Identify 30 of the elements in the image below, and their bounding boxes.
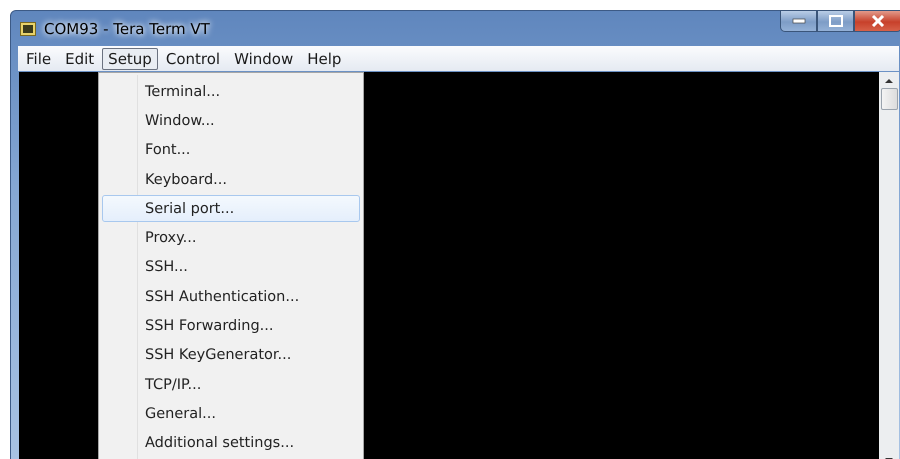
dropdown-item[interactable]: Terminal...	[102, 78, 360, 106]
close-button[interactable]	[854, 10, 900, 32]
menu-item[interactable]: Edit	[59, 48, 100, 70]
menu-item[interactable]: Setup	[102, 48, 158, 70]
terminal-icon	[20, 22, 36, 36]
menu-item[interactable]: Window	[228, 48, 300, 70]
dropdown-item[interactable]: Additional settings...	[102, 430, 360, 457]
dropdown-item[interactable]: General...	[102, 400, 360, 428]
dropdown-item[interactable]: SSH Authentication...	[102, 283, 360, 310]
maximize-icon	[828, 15, 842, 27]
dropdown-item[interactable]: SSH Forwarding...	[102, 312, 360, 340]
dropdown-item[interactable]: Proxy...	[102, 224, 360, 252]
dropdown-item[interactable]: Serial port...	[102, 195, 360, 222]
minimize-button[interactable]	[780, 10, 817, 32]
dropdown-item[interactable]: Keyboard...	[102, 166, 360, 194]
up-arrow-icon[interactable]	[884, 78, 894, 84]
scroll-thumb[interactable]	[880, 88, 898, 110]
dropdown-item[interactable]: TCP/IP...	[102, 370, 360, 398]
minimize-icon	[792, 18, 806, 24]
menu-item[interactable]: Control	[160, 48, 226, 70]
dropdown-item[interactable]: Window...	[102, 107, 360, 135]
dropdown-item[interactable]: SSH KeyGenerator...	[102, 342, 360, 369]
close-icon	[871, 15, 885, 27]
menu-item[interactable]: Help	[301, 48, 348, 70]
maximize-button[interactable]	[817, 10, 854, 32]
dropdown-item[interactable]: SSH...	[102, 254, 360, 282]
window-title: COM93 - Tera Term VT	[44, 20, 210, 38]
dropdown-item[interactable]: Font...	[102, 136, 360, 164]
menu-item[interactable]: File	[20, 48, 58, 70]
scrollbar[interactable]	[879, 72, 899, 459]
